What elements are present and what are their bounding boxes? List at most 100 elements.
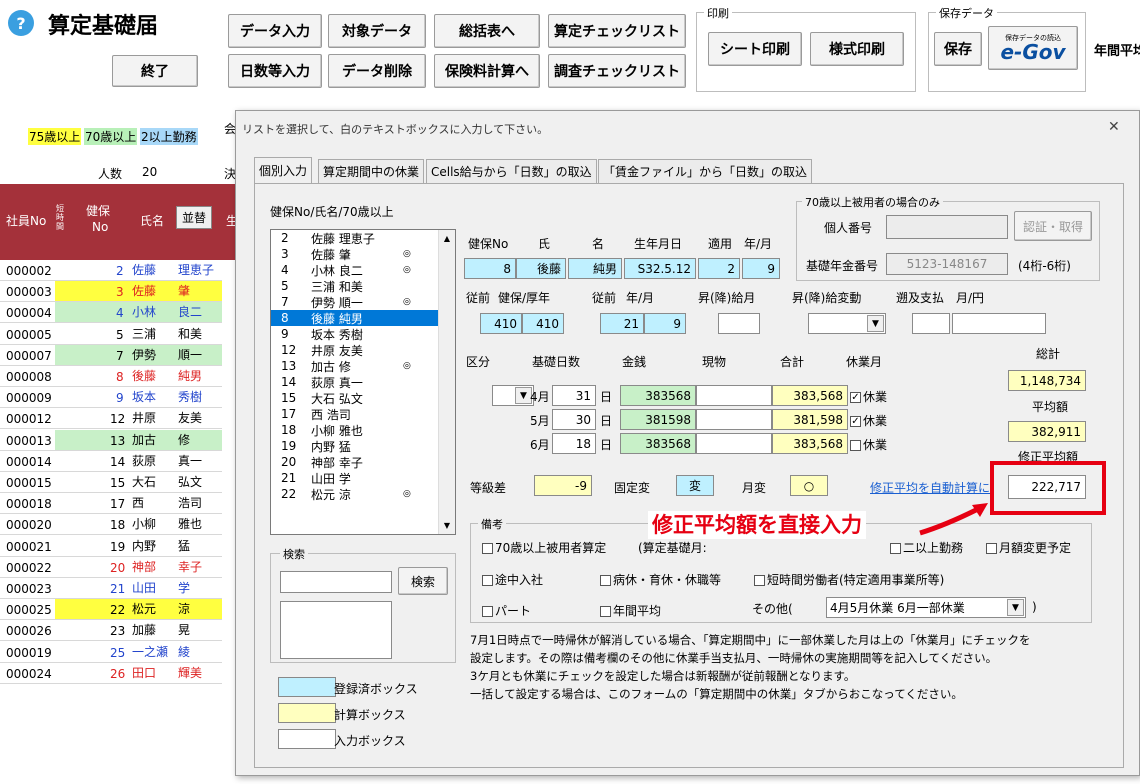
list-scrollbar[interactable]: ▲ ▼ bbox=[438, 230, 455, 534]
base-days-field[interactable]: 31 bbox=[552, 385, 596, 406]
table-row[interactable]: 000003 3 佐藤 肇 bbox=[0, 281, 222, 303]
target-data-button[interactable]: 対象データ bbox=[328, 14, 426, 48]
data-input-button[interactable]: データ入力 bbox=[228, 14, 322, 48]
table-row[interactable]: 000022 20 神部 幸子 bbox=[0, 557, 222, 578]
list-item[interactable]: 12 井原 友美 bbox=[271, 342, 439, 358]
tab-individual[interactable]: 個別入力 bbox=[254, 157, 313, 183]
leave-checkbox[interactable]: 休業 bbox=[850, 436, 887, 453]
tab-wage-import[interactable]: 「賃金ファイル」から「日数」の取込 bbox=[598, 159, 813, 183]
list-item[interactable]: 22 松元 涼 ◎ bbox=[271, 486, 439, 502]
note-age70[interactable]: 70歳以上被用者算定 bbox=[482, 539, 606, 556]
in-kind-field[interactable] bbox=[696, 409, 772, 430]
annual-average-button[interactable]: 年間平均 bbox=[1094, 40, 1140, 59]
form-print-button[interactable]: 様式印刷 bbox=[810, 32, 904, 66]
leave-check[interactable]: ✓ bbox=[850, 416, 861, 427]
leave-check[interactable] bbox=[850, 440, 861, 451]
base-days-field[interactable]: 18 bbox=[552, 433, 596, 454]
list-item[interactable]: 7 伊勢 順一 ◎ bbox=[271, 294, 439, 310]
search-input[interactable] bbox=[280, 571, 392, 593]
search-button[interactable]: 検索 bbox=[398, 567, 448, 595]
days-input-button[interactable]: 日数等入力 bbox=[228, 54, 322, 88]
note-short-time-checkbox[interactable] bbox=[754, 575, 765, 586]
list-item[interactable]: 5 三浦 和美 bbox=[271, 278, 439, 294]
chevron-down-icon[interactable]: ▼ bbox=[867, 315, 884, 332]
egov-button[interactable]: 保存データの読込 e-Gov bbox=[988, 26, 1078, 70]
chevron-down-icon[interactable]: ▼ bbox=[1007, 599, 1024, 616]
retro-month-field[interactable] bbox=[912, 313, 950, 334]
list-item[interactable]: 15 大石 弘文 bbox=[271, 390, 439, 406]
scroll-down-icon[interactable]: ▼ bbox=[439, 517, 455, 534]
list-item[interactable]: 18 小柳 雅也 bbox=[271, 422, 439, 438]
survey-checklist-button[interactable]: 調査チェックリスト bbox=[548, 54, 686, 88]
cash-field[interactable]: 381598 bbox=[620, 409, 696, 430]
table-row[interactable]: 000002 2 佐藤 理恵子 bbox=[0, 260, 222, 281]
list-item[interactable]: 9 坂本 秀樹 bbox=[271, 326, 439, 342]
note-sick-leave[interactable]: 病休・育休・休職等 bbox=[600, 571, 721, 588]
retro-amount-field[interactable] bbox=[952, 313, 1046, 334]
note-age70-checkbox[interactable] bbox=[482, 543, 493, 554]
note-part[interactable]: パート bbox=[482, 602, 531, 619]
delete-data-button[interactable]: データ削除 bbox=[328, 54, 426, 88]
note-dual[interactable]: 二以上勤務 bbox=[890, 539, 963, 556]
save-button[interactable]: 保存 bbox=[934, 32, 982, 66]
list-item[interactable]: 17 西 浩司 bbox=[271, 406, 439, 422]
search-result-box[interactable] bbox=[280, 601, 392, 659]
table-row[interactable]: 000023 21 山田 学 bbox=[0, 578, 222, 599]
table-row[interactable]: 000009 9 坂本 秀樹 bbox=[0, 387, 222, 409]
table-row[interactable]: 000015 15 大石 弘文 bbox=[0, 472, 222, 493]
my-number-field[interactable] bbox=[886, 215, 1008, 239]
leave-check[interactable]: ✓ bbox=[850, 392, 861, 403]
list-item[interactable]: 20 神部 幸子 bbox=[271, 454, 439, 470]
exit-button[interactable]: 終了 bbox=[112, 55, 198, 87]
modified-average-field[interactable]: 222,717 bbox=[1008, 475, 1086, 499]
table-row[interactable]: 000012 12 井原 友美 bbox=[0, 408, 222, 430]
premium-calc-button[interactable]: 保険料計算へ bbox=[434, 54, 540, 88]
note-part-checkbox[interactable] bbox=[482, 606, 493, 617]
table-row[interactable]: 000005 5 三浦 和美 bbox=[0, 324, 222, 345]
auth-button[interactable]: 認証・取得 bbox=[1014, 211, 1092, 241]
base-days-field[interactable]: 30 bbox=[552, 409, 596, 430]
table-row[interactable]: 000004 4 小林 良二 bbox=[0, 302, 222, 324]
table-row[interactable]: 000025 22 松元 涼 bbox=[0, 599, 222, 621]
raise-month-field[interactable] bbox=[718, 313, 760, 334]
table-row[interactable]: 000018 17 西 浩司 bbox=[0, 493, 222, 515]
note-annual[interactable]: 年間平均 bbox=[600, 602, 661, 619]
note-monthly-change-checkbox[interactable] bbox=[986, 543, 997, 554]
in-kind-field[interactable] bbox=[696, 385, 772, 406]
raise-change-select[interactable]: ▼ bbox=[808, 313, 886, 334]
sort-button[interactable]: 並替 bbox=[176, 206, 213, 229]
leave-checkbox[interactable]: ✓ 休業 bbox=[850, 412, 887, 429]
cash-field[interactable]: 383568 bbox=[620, 433, 696, 454]
note-short-time[interactable]: 短時間労働者(特定適用事業所等) bbox=[754, 571, 944, 588]
note-annual-checkbox[interactable] bbox=[600, 606, 611, 617]
note-other-select[interactable]: 4月5月休業 6月一部休業 ▼ bbox=[826, 597, 1026, 618]
table-row[interactable]: 000008 8 後藤 純男 bbox=[0, 366, 222, 387]
help-icon[interactable]: ? bbox=[8, 10, 34, 36]
table-row[interactable]: 000007 7 伊勢 順一 bbox=[0, 344, 222, 366]
list-item[interactable]: 19 内野 猛 bbox=[271, 438, 439, 454]
table-row[interactable]: 000026 23 加藤 晃 bbox=[0, 620, 222, 642]
scroll-up-icon[interactable]: ▲ bbox=[439, 230, 455, 247]
summary-button[interactable]: 総括表へ bbox=[434, 14, 540, 48]
note-sick-leave-checkbox[interactable] bbox=[600, 575, 611, 586]
table-row[interactable]: 000020 18 小柳 雅也 bbox=[0, 514, 222, 536]
kubun-select[interactable]: ▼ bbox=[492, 385, 534, 406]
table-row[interactable]: 000013 13 加古 修 bbox=[0, 429, 222, 451]
tab-cells-import[interactable]: Cells給与から「日数」の取込 bbox=[426, 159, 597, 183]
list-item[interactable]: 14 荻原 真一 bbox=[271, 374, 439, 390]
auto-calc-link[interactable]: 修正平均を自動計算に bbox=[870, 479, 990, 496]
list-item[interactable]: 13 加古 修 ◎ bbox=[271, 358, 439, 374]
pension-no-field[interactable]: 5123-148167 bbox=[886, 253, 1008, 275]
leave-checkbox[interactable]: ✓ 休業 bbox=[850, 388, 887, 405]
table-row[interactable]: 000021 19 内野 猛 bbox=[0, 536, 222, 557]
table-row[interactable]: 000024 26 田口 輝美 bbox=[0, 663, 222, 684]
list-item[interactable]: 3 佐藤 肇 ◎ bbox=[271, 246, 439, 262]
list-item[interactable]: 4 小林 良二 ◎ bbox=[271, 262, 439, 278]
in-kind-field[interactable] bbox=[696, 433, 772, 454]
list-item[interactable]: 21 山田 学 bbox=[271, 470, 439, 486]
note-monthly-change[interactable]: 月額変更予定 bbox=[986, 539, 1071, 556]
employee-listbox[interactable]: 2 佐藤 理恵子 3 佐藤 肇 ◎ 4 小林 良二 ◎ 5 三浦 和美 7 伊勢 順一 ◎ 8 後藤 純男 9… bbox=[270, 229, 456, 535]
sheet-print-button[interactable]: シート印刷 bbox=[708, 32, 802, 66]
cash-field[interactable]: 383568 bbox=[620, 385, 696, 406]
table-row[interactable]: 000014 14 荻原 真一 bbox=[0, 451, 222, 472]
